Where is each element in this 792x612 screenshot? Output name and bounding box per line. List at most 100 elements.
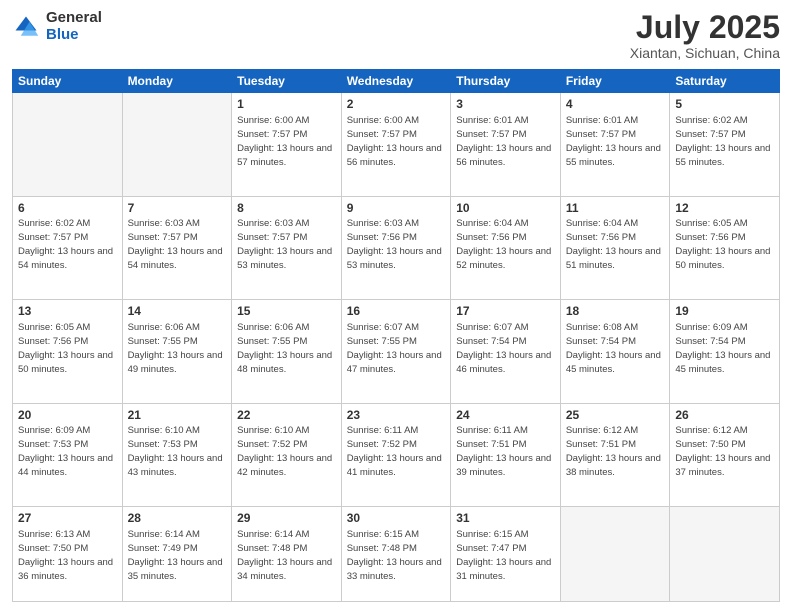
day-info: Sunrise: 6:11 AM Sunset: 7:52 PM Dayligh…	[347, 425, 442, 478]
calendar-cell: 17 Sunrise: 6:07 AM Sunset: 7:54 PM Dayli…	[451, 300, 561, 403]
week-row-5: 27Sunrise: 6:13 AM Sunset: 7:50 PM Dayli…	[13, 507, 780, 602]
day-info: Sunrise: 6:14 AM Sunset: 7:49 PM Dayligh…	[128, 529, 223, 582]
logo-icon	[12, 13, 40, 41]
day-info: Sunrise: 6:01 AM Sunset: 7:57 PM Dayligh…	[566, 115, 661, 168]
week-row-2: 6Sunrise: 6:02 AM Sunset: 7:57 PM Daylig…	[13, 196, 780, 299]
day-header-tuesday: Tuesday	[232, 70, 342, 93]
day-header-row: SundayMondayTuesdayWednesdayThursdayFrid…	[13, 70, 780, 93]
day-info: Sunrise: 6:14 AM Sunset: 7:48 PM Dayligh…	[237, 529, 332, 582]
calendar-cell: 1 Sunrise: 6:00 AM Sunset: 7:57 PM Daylig…	[232, 93, 342, 196]
day-info: Sunrise: 6:07 AM Sunset: 7:55 PM Dayligh…	[347, 322, 442, 375]
day-info: Sunrise: 6:15 AM Sunset: 7:47 PM Dayligh…	[456, 529, 551, 582]
day-number: 26	[675, 407, 774, 424]
calendar-cell: 31 Sunrise: 6:15 AM Sunset: 7:47 PM Dayli…	[451, 507, 561, 602]
day-number: 8	[237, 200, 336, 217]
calendar-cell: 20Sunrise: 6:09 AM Sunset: 7:53 PM Dayli…	[13, 403, 123, 506]
calendar-cell: 18Sunrise: 6:08 AM Sunset: 7:54 PM Dayli…	[560, 300, 670, 403]
calendar-cell: 5Sunrise: 6:02 AM Sunset: 7:57 PM Daylig…	[670, 93, 780, 196]
day-number: 2	[347, 96, 446, 113]
day-number: 5	[675, 96, 774, 113]
day-number: 31	[456, 510, 555, 527]
day-info: Sunrise: 6:01 AM Sunset: 7:57 PM Dayligh…	[456, 115, 551, 168]
day-number: 3	[456, 96, 555, 113]
calendar-cell: 12Sunrise: 6:05 AM Sunset: 7:56 PM Dayli…	[670, 196, 780, 299]
day-number: 28	[128, 510, 227, 527]
day-info: Sunrise: 6:03 AM Sunset: 7:57 PM Dayligh…	[237, 218, 332, 271]
logo-blue-text: Blue	[46, 27, 102, 44]
day-info: Sunrise: 6:09 AM Sunset: 7:54 PM Dayligh…	[675, 322, 770, 375]
calendar-cell	[13, 93, 123, 196]
calendar-cell: 16 Sunrise: 6:07 AM Sunset: 7:55 PM Dayli…	[341, 300, 451, 403]
calendar-cell: 24Sunrise: 6:11 AM Sunset: 7:51 PM Dayli…	[451, 403, 561, 506]
calendar-cell: 25Sunrise: 6:12 AM Sunset: 7:51 PM Dayli…	[560, 403, 670, 506]
day-number: 29	[237, 510, 336, 527]
day-info: Sunrise: 6:05 AM Sunset: 7:56 PM Dayligh…	[675, 218, 770, 271]
calendar-cell: 15Sunrise: 6:06 AM Sunset: 7:55 PM Dayli…	[232, 300, 342, 403]
day-number: 19	[675, 303, 774, 320]
day-number: 20	[18, 407, 117, 424]
day-number: 12	[675, 200, 774, 217]
calendar-cell: 14 Sunrise: 6:06 AM Sunset: 7:55 PM Dayli…	[122, 300, 232, 403]
day-info: Sunrise: 6:09 AM Sunset: 7:53 PM Dayligh…	[18, 425, 113, 478]
day-info: Sunrise: 6:10 AM Sunset: 7:52 PM Dayligh…	[237, 425, 332, 478]
week-row-3: 13Sunrise: 6:05 AM Sunset: 7:56 PM Dayli…	[13, 300, 780, 403]
calendar-cell: 3 Sunrise: 6:01 AM Sunset: 7:57 PM Daylig…	[451, 93, 561, 196]
calendar-cell: 19 Sunrise: 6:09 AM Sunset: 7:54 PM Dayli…	[670, 300, 780, 403]
day-number: 24	[456, 407, 555, 424]
calendar-cell: 8Sunrise: 6:03 AM Sunset: 7:57 PM Daylig…	[232, 196, 342, 299]
day-info: Sunrise: 6:02 AM Sunset: 7:57 PM Dayligh…	[18, 218, 113, 271]
calendar-table: SundayMondayTuesdayWednesdayThursdayFrid…	[12, 69, 780, 602]
day-number: 7	[128, 200, 227, 217]
week-row-1: 1 Sunrise: 6:00 AM Sunset: 7:57 PM Daylig…	[13, 93, 780, 196]
calendar-cell: 4 Sunrise: 6:01 AM Sunset: 7:57 PM Daylig…	[560, 93, 670, 196]
calendar-cell: 13Sunrise: 6:05 AM Sunset: 7:56 PM Dayli…	[13, 300, 123, 403]
day-number: 4	[566, 96, 665, 113]
logo-text: General Blue	[46, 10, 102, 43]
day-number: 11	[566, 200, 665, 217]
day-number: 17	[456, 303, 555, 320]
day-number: 22	[237, 407, 336, 424]
day-number: 16	[347, 303, 446, 320]
day-number: 9	[347, 200, 446, 217]
calendar-cell: 10Sunrise: 6:04 AM Sunset: 7:56 PM Dayli…	[451, 196, 561, 299]
main-title: July 2025	[630, 10, 780, 45]
day-number: 25	[566, 407, 665, 424]
calendar-cell	[670, 507, 780, 602]
day-info: Sunrise: 6:08 AM Sunset: 7:54 PM Dayligh…	[566, 322, 661, 375]
day-header-friday: Friday	[560, 70, 670, 93]
calendar-cell: 29 Sunrise: 6:14 AM Sunset: 7:48 PM Dayli…	[232, 507, 342, 602]
day-info: Sunrise: 6:05 AM Sunset: 7:56 PM Dayligh…	[18, 322, 113, 375]
day-info: Sunrise: 6:12 AM Sunset: 7:51 PM Dayligh…	[566, 425, 661, 478]
calendar-cell: 26Sunrise: 6:12 AM Sunset: 7:50 PM Dayli…	[670, 403, 780, 506]
day-info: Sunrise: 6:00 AM Sunset: 7:57 PM Dayligh…	[347, 115, 442, 168]
day-info: Sunrise: 6:06 AM Sunset: 7:55 PM Dayligh…	[237, 322, 332, 375]
calendar-cell: 6Sunrise: 6:02 AM Sunset: 7:57 PM Daylig…	[13, 196, 123, 299]
day-info: Sunrise: 6:00 AM Sunset: 7:57 PM Dayligh…	[237, 115, 332, 168]
calendar-cell	[560, 507, 670, 602]
page: General Blue July 2025 Xiantan, Sichuan,…	[0, 0, 792, 612]
day-info: Sunrise: 6:12 AM Sunset: 7:50 PM Dayligh…	[675, 425, 770, 478]
calendar-cell: 2 Sunrise: 6:00 AM Sunset: 7:57 PM Daylig…	[341, 93, 451, 196]
day-header-thursday: Thursday	[451, 70, 561, 93]
day-number: 10	[456, 200, 555, 217]
day-number: 27	[18, 510, 117, 527]
calendar-cell: 23Sunrise: 6:11 AM Sunset: 7:52 PM Dayli…	[341, 403, 451, 506]
day-header-saturday: Saturday	[670, 70, 780, 93]
day-number: 1	[237, 96, 336, 113]
day-header-monday: Monday	[122, 70, 232, 93]
logo: General Blue	[12, 10, 102, 43]
day-number: 14	[128, 303, 227, 320]
day-info: Sunrise: 6:15 AM Sunset: 7:48 PM Dayligh…	[347, 529, 442, 582]
calendar-cell: 11Sunrise: 6:04 AM Sunset: 7:56 PM Dayli…	[560, 196, 670, 299]
calendar-cell: 22Sunrise: 6:10 AM Sunset: 7:52 PM Dayli…	[232, 403, 342, 506]
calendar-cell	[122, 93, 232, 196]
day-number: 23	[347, 407, 446, 424]
day-info: Sunrise: 6:06 AM Sunset: 7:55 PM Dayligh…	[128, 322, 223, 375]
day-info: Sunrise: 6:07 AM Sunset: 7:54 PM Dayligh…	[456, 322, 551, 375]
day-number: 30	[347, 510, 446, 527]
calendar-header: SundayMondayTuesdayWednesdayThursdayFrid…	[13, 70, 780, 93]
day-info: Sunrise: 6:04 AM Sunset: 7:56 PM Dayligh…	[566, 218, 661, 271]
calendar-cell: 9Sunrise: 6:03 AM Sunset: 7:56 PM Daylig…	[341, 196, 451, 299]
day-info: Sunrise: 6:04 AM Sunset: 7:56 PM Dayligh…	[456, 218, 551, 271]
calendar-cell: 27Sunrise: 6:13 AM Sunset: 7:50 PM Dayli…	[13, 507, 123, 602]
